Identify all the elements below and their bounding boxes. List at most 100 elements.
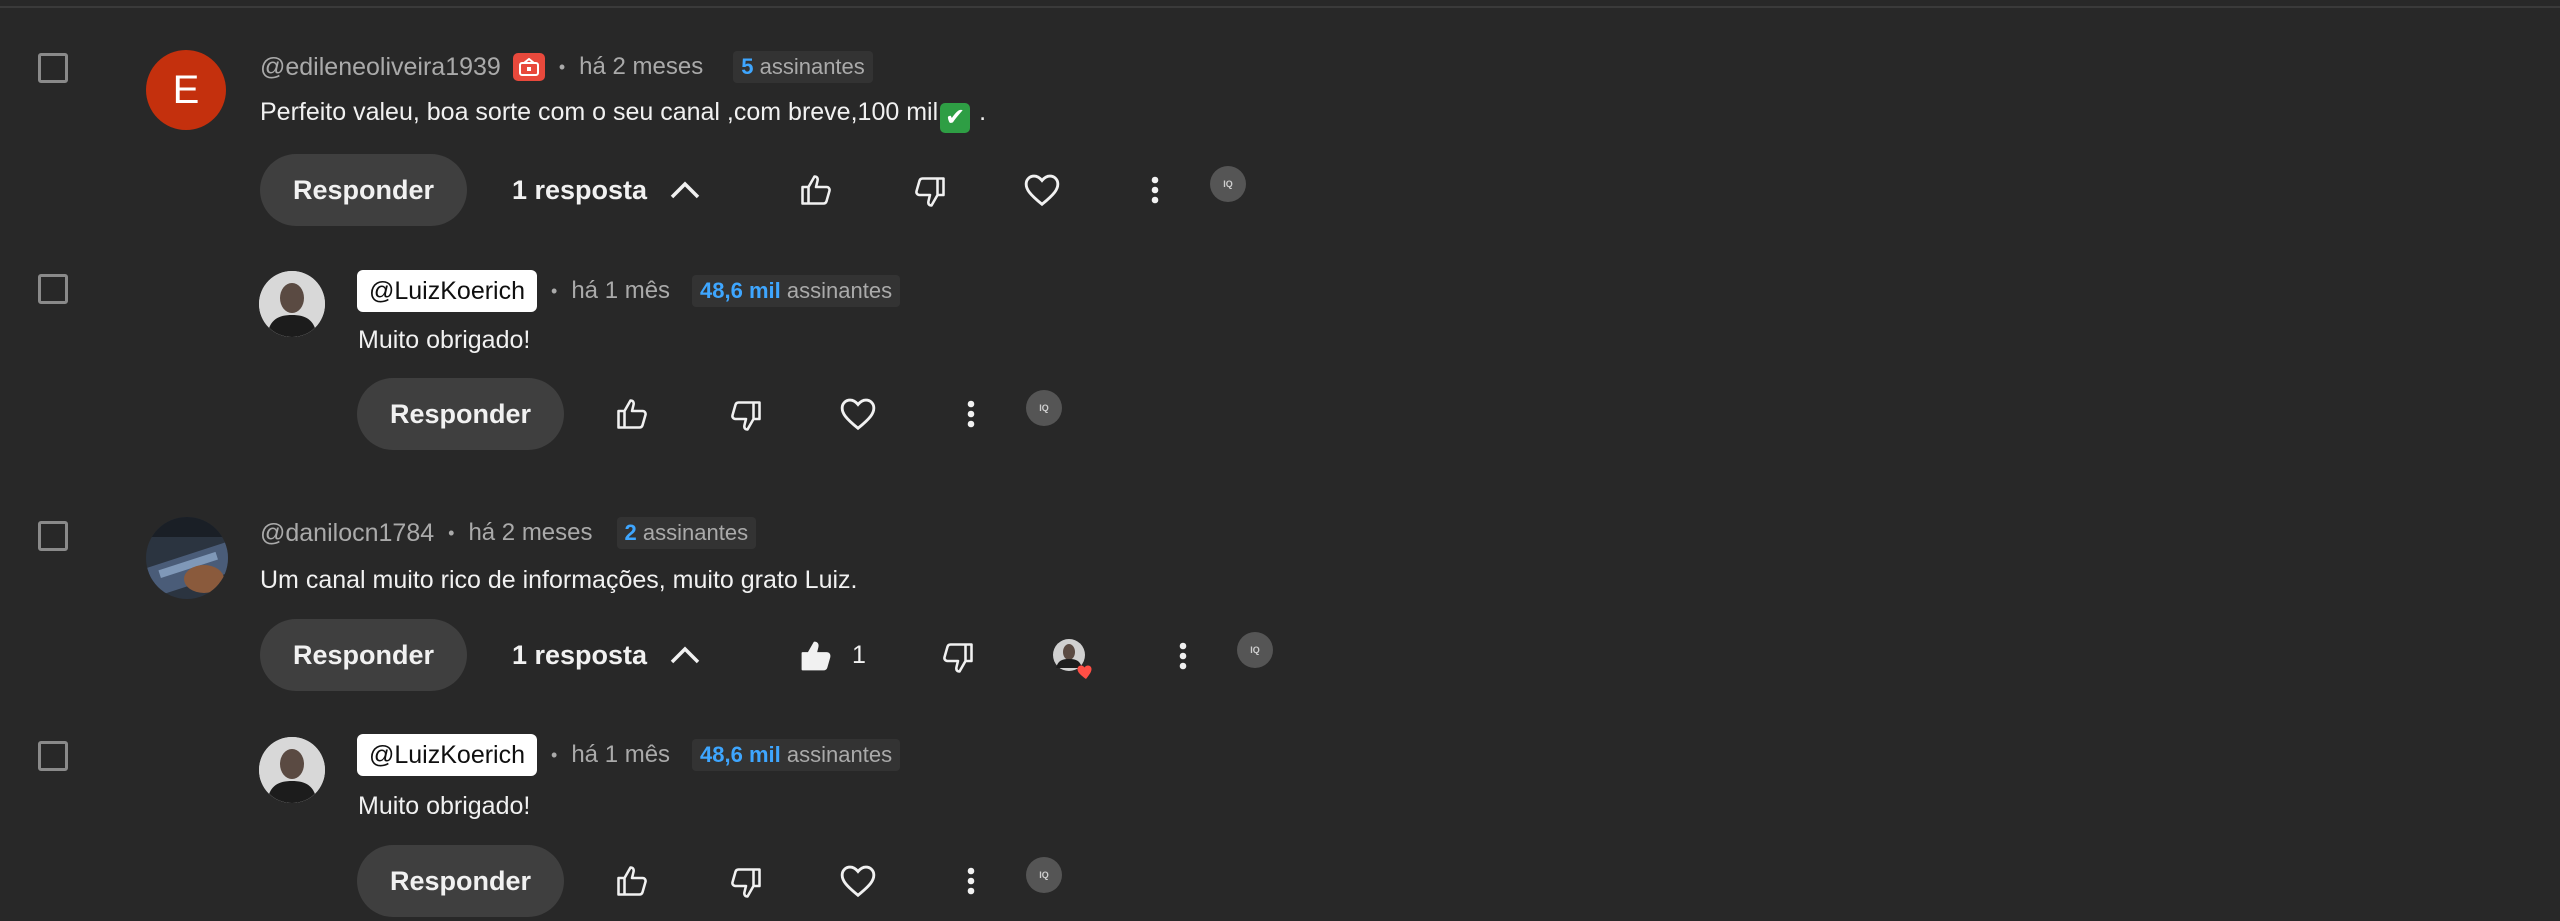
reply-button[interactable]: Responder bbox=[357, 845, 565, 917]
subscriber-count: 2 bbox=[624, 520, 637, 545]
subscriber-label: assinantes bbox=[642, 520, 749, 545]
like-button[interactable] bbox=[612, 394, 652, 434]
avatar[interactable]: E bbox=[146, 50, 226, 130]
dislike-button[interactable] bbox=[910, 172, 950, 212]
thumbs-down-icon bbox=[731, 868, 761, 898]
dislike-button[interactable] bbox=[726, 396, 766, 436]
extension-icon[interactable]: IQ bbox=[1210, 166, 1246, 202]
more-vertical-icon bbox=[967, 867, 975, 895]
extension-icon[interactable]: IQ bbox=[1026, 390, 1062, 426]
comment-header: @danilocn1784 • há 2 meses 2 assinantes bbox=[260, 516, 757, 550]
creator-heart-badge[interactable] bbox=[1052, 638, 1096, 682]
subscriber-label: assinantes bbox=[759, 54, 865, 79]
thumbs-up-filled-icon bbox=[801, 641, 831, 671]
subscriber-badge: 48,6 mil assinantes bbox=[692, 739, 901, 771]
top-divider bbox=[0, 6, 2560, 8]
comment-text-end: . bbox=[972, 98, 987, 126]
extension-icon[interactable]: IQ bbox=[1237, 632, 1273, 668]
select-checkbox[interactable] bbox=[38, 521, 68, 551]
dislike-button[interactable] bbox=[726, 863, 766, 903]
thumbs-up-icon bbox=[617, 399, 647, 429]
replies-toggle[interactable]: 1 resposta bbox=[512, 172, 701, 208]
select-checkbox[interactable] bbox=[38, 274, 68, 304]
avatar-letter: E bbox=[172, 67, 200, 112]
thumbs-down-icon bbox=[731, 401, 761, 431]
like-count: 1 bbox=[852, 641, 866, 669]
heart-button[interactable] bbox=[838, 394, 878, 434]
more-vertical-icon bbox=[1179, 642, 1187, 670]
heart-button[interactable] bbox=[838, 861, 878, 901]
membership-gift-icon bbox=[512, 53, 545, 81]
thumbs-down-icon bbox=[943, 643, 973, 673]
comment-text: Muito obrigado! bbox=[358, 326, 531, 354]
author-handle[interactable]: @danilocn1784 bbox=[260, 519, 434, 548]
subscriber-label: assinantes bbox=[786, 278, 893, 303]
comment-text: Perfeito valeu, boa sorte com o seu cana… bbox=[260, 98, 986, 133]
comment-header: @edileneoliveira1939 • há 2 meses 5 assi… bbox=[260, 50, 873, 84]
comment-text: Muito obrigado! bbox=[358, 792, 531, 820]
more-options-button[interactable] bbox=[956, 863, 986, 899]
extension-icon-label: IQ bbox=[1039, 870, 1049, 880]
more-vertical-icon bbox=[967, 400, 975, 428]
comment-header: @LuizKoerich • há 1 mês 48,6 mil assinan… bbox=[357, 270, 901, 312]
heart-outline-icon bbox=[840, 865, 876, 898]
subscriber-count: 48,6 mil bbox=[700, 742, 781, 767]
reply-button[interactable]: Responder bbox=[260, 619, 468, 691]
subscriber-count: 48,6 mil bbox=[700, 278, 781, 303]
heart-outline-icon bbox=[1024, 174, 1060, 207]
chevron-up-icon bbox=[670, 646, 700, 664]
like-button[interactable] bbox=[796, 636, 836, 676]
select-checkbox[interactable] bbox=[38, 741, 68, 771]
separator-dot: • bbox=[551, 744, 558, 765]
comment-actions: Responder bbox=[260, 619, 468, 691]
comment-actions: Responder bbox=[357, 845, 565, 917]
comment-text: Um canal muito rico de informações, muit… bbox=[260, 566, 858, 594]
more-options-button[interactable] bbox=[1140, 172, 1170, 208]
subscriber-badge: 5 assinantes bbox=[733, 51, 873, 83]
heart-button[interactable] bbox=[1022, 170, 1062, 210]
reply-button[interactable]: Responder bbox=[260, 154, 468, 226]
heart-outline-icon bbox=[840, 398, 876, 431]
reply-button[interactable]: Responder bbox=[357, 378, 565, 450]
comment-actions: Responder bbox=[357, 378, 565, 450]
comment-text-main: Perfeito valeu, boa sorte com o seu cana… bbox=[260, 98, 939, 126]
separator-dot: • bbox=[448, 522, 455, 543]
subscriber-badge: 2 assinantes bbox=[616, 517, 757, 549]
extension-icon-label: IQ bbox=[1250, 645, 1260, 655]
more-vertical-icon bbox=[1151, 176, 1159, 204]
subscriber-badge: 48,6 mil assinantes bbox=[692, 275, 901, 307]
subscriber-label: assinantes bbox=[786, 742, 893, 767]
avatar[interactable] bbox=[259, 271, 325, 337]
author-handle[interactable]: @edileneoliveira1939 bbox=[260, 53, 501, 82]
thumbs-down-icon bbox=[915, 177, 945, 207]
more-options-button[interactable] bbox=[1168, 638, 1198, 674]
like-button[interactable] bbox=[612, 861, 652, 901]
timestamp[interactable]: há 2 meses bbox=[579, 53, 703, 81]
avatar[interactable] bbox=[146, 517, 228, 599]
author-handle[interactable]: @LuizKoerich bbox=[357, 270, 538, 312]
more-options-button[interactable] bbox=[956, 396, 986, 432]
timestamp[interactable]: há 1 mês bbox=[571, 741, 670, 769]
dislike-button[interactable] bbox=[938, 638, 978, 678]
user-avatar-photo-icon bbox=[259, 737, 325, 803]
replies-count-label: 1 resposta bbox=[512, 174, 648, 205]
creator-heart-icon bbox=[1053, 639, 1092, 679]
avatar[interactable] bbox=[259, 737, 325, 803]
extension-icon-label: IQ bbox=[1223, 179, 1233, 189]
extension-icon[interactable]: IQ bbox=[1026, 857, 1062, 893]
timestamp[interactable]: há 2 meses bbox=[468, 519, 592, 547]
author-handle[interactable]: @LuizKoerich bbox=[357, 734, 538, 776]
like-button[interactable] bbox=[796, 170, 836, 210]
user-avatar-photo-icon bbox=[146, 517, 228, 599]
extension-icon-label: IQ bbox=[1039, 403, 1049, 413]
subscriber-count: 5 bbox=[741, 54, 754, 79]
select-checkbox[interactable] bbox=[38, 53, 68, 83]
thumbs-up-icon bbox=[801, 175, 831, 205]
thumbs-up-icon bbox=[617, 866, 647, 896]
comment-header: @LuizKoerich • há 1 mês 48,6 mil assinan… bbox=[357, 734, 901, 776]
replies-count-label: 1 resposta bbox=[512, 639, 648, 670]
timestamp[interactable]: há 1 mês bbox=[571, 277, 670, 305]
check-mark-emoji-icon: ✔ bbox=[940, 103, 971, 133]
separator-dot: • bbox=[558, 56, 566, 77]
replies-toggle[interactable]: 1 resposta bbox=[512, 637, 701, 673]
